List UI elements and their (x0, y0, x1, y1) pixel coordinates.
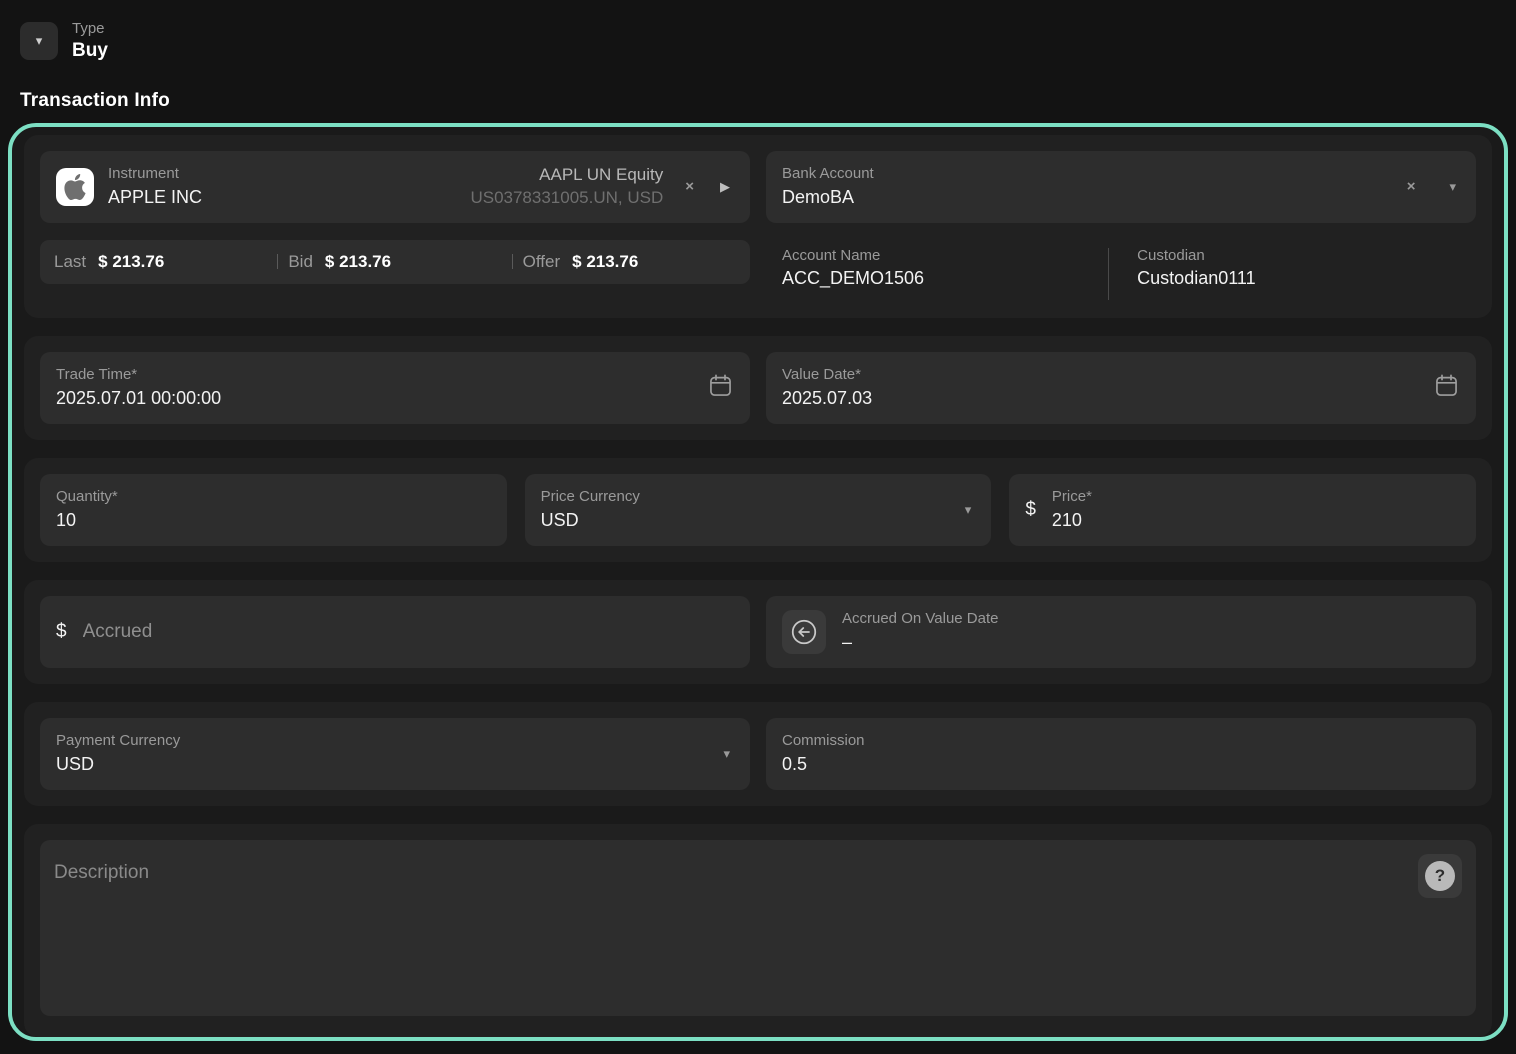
price-currency-field[interactable]: Price Currency USD ▾ (525, 474, 992, 546)
quantity-label: Quantity* (56, 487, 118, 507)
price-currency-caret-icon[interactable]: ▾ (961, 498, 976, 522)
quantity-price-section: Quantity* 10 Price Currency USD ▾ $ Pric… (24, 458, 1492, 562)
quantity-value: 10 (56, 509, 118, 532)
dollar-icon: $ (1025, 499, 1036, 521)
price-label: Price* (1052, 487, 1092, 507)
page-title: Transaction Info (20, 90, 1496, 112)
description-textarea[interactable] (40, 840, 1476, 1016)
account-name-label: Account Name (782, 246, 1108, 266)
price-field[interactable]: $ Price* 210 (1009, 474, 1476, 546)
clear-instrument-icon[interactable]: × (681, 174, 698, 199)
question-mark-icon: ? (1425, 861, 1455, 891)
account-name-value: ACC_DEMO1506 (782, 267, 1108, 290)
trade-time-field[interactable]: Trade Time* 2025.07.01 00:00:00 (40, 352, 750, 424)
accrued-section: $ Accrued On Value Date – (24, 580, 1492, 684)
commission-value: 0.5 (782, 753, 865, 776)
type-value: Buy (72, 39, 108, 63)
instrument-field[interactable]: Instrument APPLE INC AAPL UN Equity US03… (40, 151, 750, 223)
quantity-field[interactable]: Quantity* 10 (40, 474, 507, 546)
last-value: $ 213.76 (98, 252, 164, 272)
accrued-on-value-date-field: Accrued On Value Date – (766, 596, 1476, 668)
last-quote: Last $ 213.76 (44, 252, 277, 272)
instrument-value: APPLE INC (108, 186, 202, 209)
calendar-icon[interactable] (1433, 372, 1460, 404)
account-info: Account Name ACC_DEMO1506 Custodian Cust… (766, 240, 1476, 302)
payment-currency-value: USD (56, 753, 180, 776)
instrument-label: Instrument (108, 164, 202, 184)
accrued-field[interactable]: $ (40, 596, 750, 668)
last-label: Last (54, 252, 86, 272)
value-date-label: Value Date* (782, 365, 872, 385)
calendar-icon[interactable] (707, 372, 734, 404)
commission-field[interactable]: Commission 0.5 (766, 718, 1476, 790)
bid-quote: Bid $ 213.76 (278, 252, 511, 272)
instrument-ticker: AAPL UN Equity (539, 164, 663, 187)
account-name: Account Name ACC_DEMO1506 (782, 246, 1108, 302)
bid-label: Bid (288, 252, 313, 272)
price-currency-value: USD (541, 509, 640, 532)
value-date-field[interactable]: Value Date* 2025.07.03 (766, 352, 1476, 424)
offer-value: $ 213.76 (572, 252, 638, 272)
bank-account-caret-icon[interactable]: ▾ (1445, 175, 1460, 199)
payment-currency-label: Payment Currency (56, 731, 180, 751)
bank-account-value: DemoBA (782, 186, 874, 209)
accrued-on-value-date-value: – (842, 631, 998, 654)
help-button[interactable]: ? (1418, 854, 1462, 898)
instrument-identifier: US0378331005.UN, USD (470, 187, 663, 210)
quotes-strip: Last $ 213.76 Bid $ 213.76 Offer $ 213.7… (40, 240, 750, 284)
trade-time-value: 2025.07.01 00:00:00 (56, 387, 221, 410)
payment-section: Payment Currency USD ▾ Commission 0.5 (24, 702, 1492, 806)
type-label: Type (72, 20, 108, 39)
apple-logo-icon (56, 168, 94, 206)
payment-currency-field[interactable]: Payment Currency USD ▾ (40, 718, 750, 790)
bid-value: $ 213.76 (325, 252, 391, 272)
custodian: Custodian Custodian0111 (1137, 246, 1255, 302)
accrued-on-value-date-label: Accrued On Value Date (842, 609, 998, 629)
type-selector: ▾ Type Buy (0, 0, 1516, 63)
trade-time-label: Trade Time* (56, 365, 221, 385)
instrument-identifiers: AAPL UN Equity US0378331005.UN, USD (470, 164, 663, 210)
commission-label: Commission (782, 731, 865, 751)
type-dropdown-button[interactable]: ▾ (20, 22, 58, 60)
instrument-section: Instrument APPLE INC AAPL UN Equity US03… (24, 135, 1492, 318)
bank-account-field[interactable]: Bank Account DemoBA × ▾ (766, 151, 1476, 223)
offer-label: Offer (523, 252, 560, 272)
dates-section: Trade Time* 2025.07.01 00:00:00 Value Da… (24, 336, 1492, 440)
price-value: 210 (1052, 509, 1092, 532)
bank-account-label: Bank Account (782, 164, 874, 184)
custodian-value: Custodian0111 (1137, 267, 1255, 290)
caret-down-icon: ▾ (36, 33, 43, 49)
transaction-info-panel: Instrument APPLE INC AAPL UN Equity US03… (8, 123, 1508, 1041)
expand-instrument-icon[interactable]: ▶ (716, 175, 734, 199)
payment-currency-caret-icon[interactable]: ▾ (719, 742, 734, 766)
account-divider (1108, 248, 1109, 300)
custodian-label: Custodian (1137, 246, 1255, 266)
price-currency-label: Price Currency (541, 487, 640, 507)
copy-accrued-button[interactable] (782, 610, 826, 654)
description-section: ? (24, 824, 1492, 1037)
dollar-icon: $ (56, 621, 67, 643)
value-date-value: 2025.07.03 (782, 387, 872, 410)
clear-bank-account-icon[interactable]: × (1403, 174, 1420, 199)
accrued-input[interactable] (83, 621, 734, 643)
type-texts: Type Buy (72, 20, 108, 63)
offer-quote: Offer $ 213.76 (513, 252, 746, 272)
